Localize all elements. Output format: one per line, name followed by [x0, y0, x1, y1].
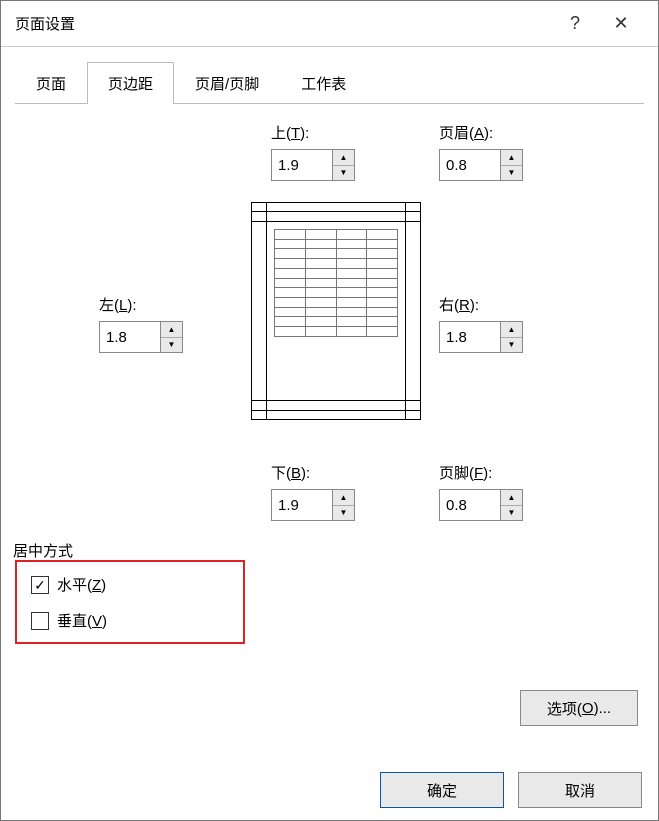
- margin-left-input[interactable]: [100, 322, 160, 352]
- cancel-button[interactable]: 取消: [518, 772, 642, 808]
- margin-top-up-icon[interactable]: ▲: [333, 150, 354, 166]
- margin-right-up-icon[interactable]: ▲: [501, 322, 522, 338]
- margin-bottom-label: 下(B):: [271, 462, 355, 483]
- margin-footer-group: 页脚(F): ▲ ▼: [439, 462, 523, 521]
- margin-bottom-down-icon[interactable]: ▼: [333, 506, 354, 521]
- margin-footer-input[interactable]: [440, 490, 500, 520]
- margin-header-spinner: ▲ ▼: [439, 149, 523, 181]
- margin-bottom-group: 下(B): ▲ ▼: [271, 462, 355, 521]
- help-button[interactable]: ?: [552, 13, 598, 34]
- margin-top-label: 上(T):: [271, 122, 355, 143]
- center-vertical-row[interactable]: 垂直(V): [31, 610, 107, 631]
- margin-footer-up-icon[interactable]: ▲: [501, 490, 522, 506]
- margin-bottom-up-icon[interactable]: ▲: [333, 490, 354, 506]
- margin-header-up-icon[interactable]: ▲: [501, 150, 522, 166]
- center-legend: 居中方式: [13, 540, 73, 561]
- margin-bottom-spinner: ▲ ▼: [271, 489, 355, 521]
- margin-footer-down-icon[interactable]: ▼: [501, 506, 522, 521]
- options-button[interactable]: 选项(O)...: [520, 690, 638, 726]
- margin-top-spinner: ▲ ▼: [271, 149, 355, 181]
- margin-right-label: 右(R):: [439, 294, 523, 315]
- margin-top-group: 上(T): ▲ ▼: [271, 122, 355, 181]
- close-button[interactable]: ✕: [598, 13, 644, 34]
- margin-left-up-icon[interactable]: ▲: [161, 322, 182, 338]
- margin-header-group: 页眉(A): ▲ ▼: [439, 122, 523, 181]
- tab-content: 上(T): ▲ ▼ 页眉(A): ▲ ▼: [1, 104, 658, 774]
- margin-left-group: 左(L): ▲ ▼: [99, 294, 183, 353]
- dialog-title: 页面设置: [15, 13, 552, 34]
- tabstrip: 页面 页边距 页眉/页脚 工作表: [15, 61, 644, 104]
- page-setup-dialog: 页面设置 ? ✕ 页面 页边距 页眉/页脚 工作表 上(T): ▲ ▼ 页: [0, 0, 659, 821]
- margin-right-spinner: ▲ ▼: [439, 321, 523, 353]
- dialog-footer: 确定 取消: [1, 760, 658, 820]
- ok-button[interactable]: 确定: [380, 772, 504, 808]
- titlebar: 页面设置 ? ✕: [1, 1, 658, 47]
- center-horizontal-checkbox[interactable]: ✓: [31, 576, 49, 594]
- highlight-annotation: [15, 560, 245, 644]
- tab-header-footer[interactable]: 页眉/页脚: [174, 62, 280, 104]
- margin-left-spinner: ▲ ▼: [99, 321, 183, 353]
- center-horizontal-label: 水平(Z): [57, 574, 106, 595]
- margin-top-input[interactable]: [272, 150, 332, 180]
- margin-footer-label: 页脚(F):: [439, 462, 523, 483]
- margin-header-label: 页眉(A):: [439, 122, 523, 143]
- tab-margins[interactable]: 页边距: [87, 62, 174, 104]
- margin-footer-spinner: ▲ ▼: [439, 489, 523, 521]
- tab-sheet[interactable]: 工作表: [280, 62, 367, 104]
- center-horizontal-row[interactable]: ✓ 水平(Z): [31, 574, 106, 595]
- checkmark-icon: ✓: [34, 578, 46, 592]
- preview-grid-icon: [274, 229, 398, 337]
- margin-header-down-icon[interactable]: ▼: [501, 166, 522, 181]
- center-vertical-checkbox[interactable]: [31, 612, 49, 630]
- tab-page[interactable]: 页面: [15, 62, 87, 104]
- page-preview: [251, 202, 421, 420]
- margin-bottom-input[interactable]: [272, 490, 332, 520]
- margin-left-label: 左(L):: [99, 294, 183, 315]
- margin-header-input[interactable]: [440, 150, 500, 180]
- margin-right-down-icon[interactable]: ▼: [501, 338, 522, 353]
- margin-right-input[interactable]: [440, 322, 500, 352]
- margin-top-down-icon[interactable]: ▼: [333, 166, 354, 181]
- margin-right-group: 右(R): ▲ ▼: [439, 294, 523, 353]
- center-vertical-label: 垂直(V): [57, 610, 107, 631]
- margin-left-down-icon[interactable]: ▼: [161, 338, 182, 353]
